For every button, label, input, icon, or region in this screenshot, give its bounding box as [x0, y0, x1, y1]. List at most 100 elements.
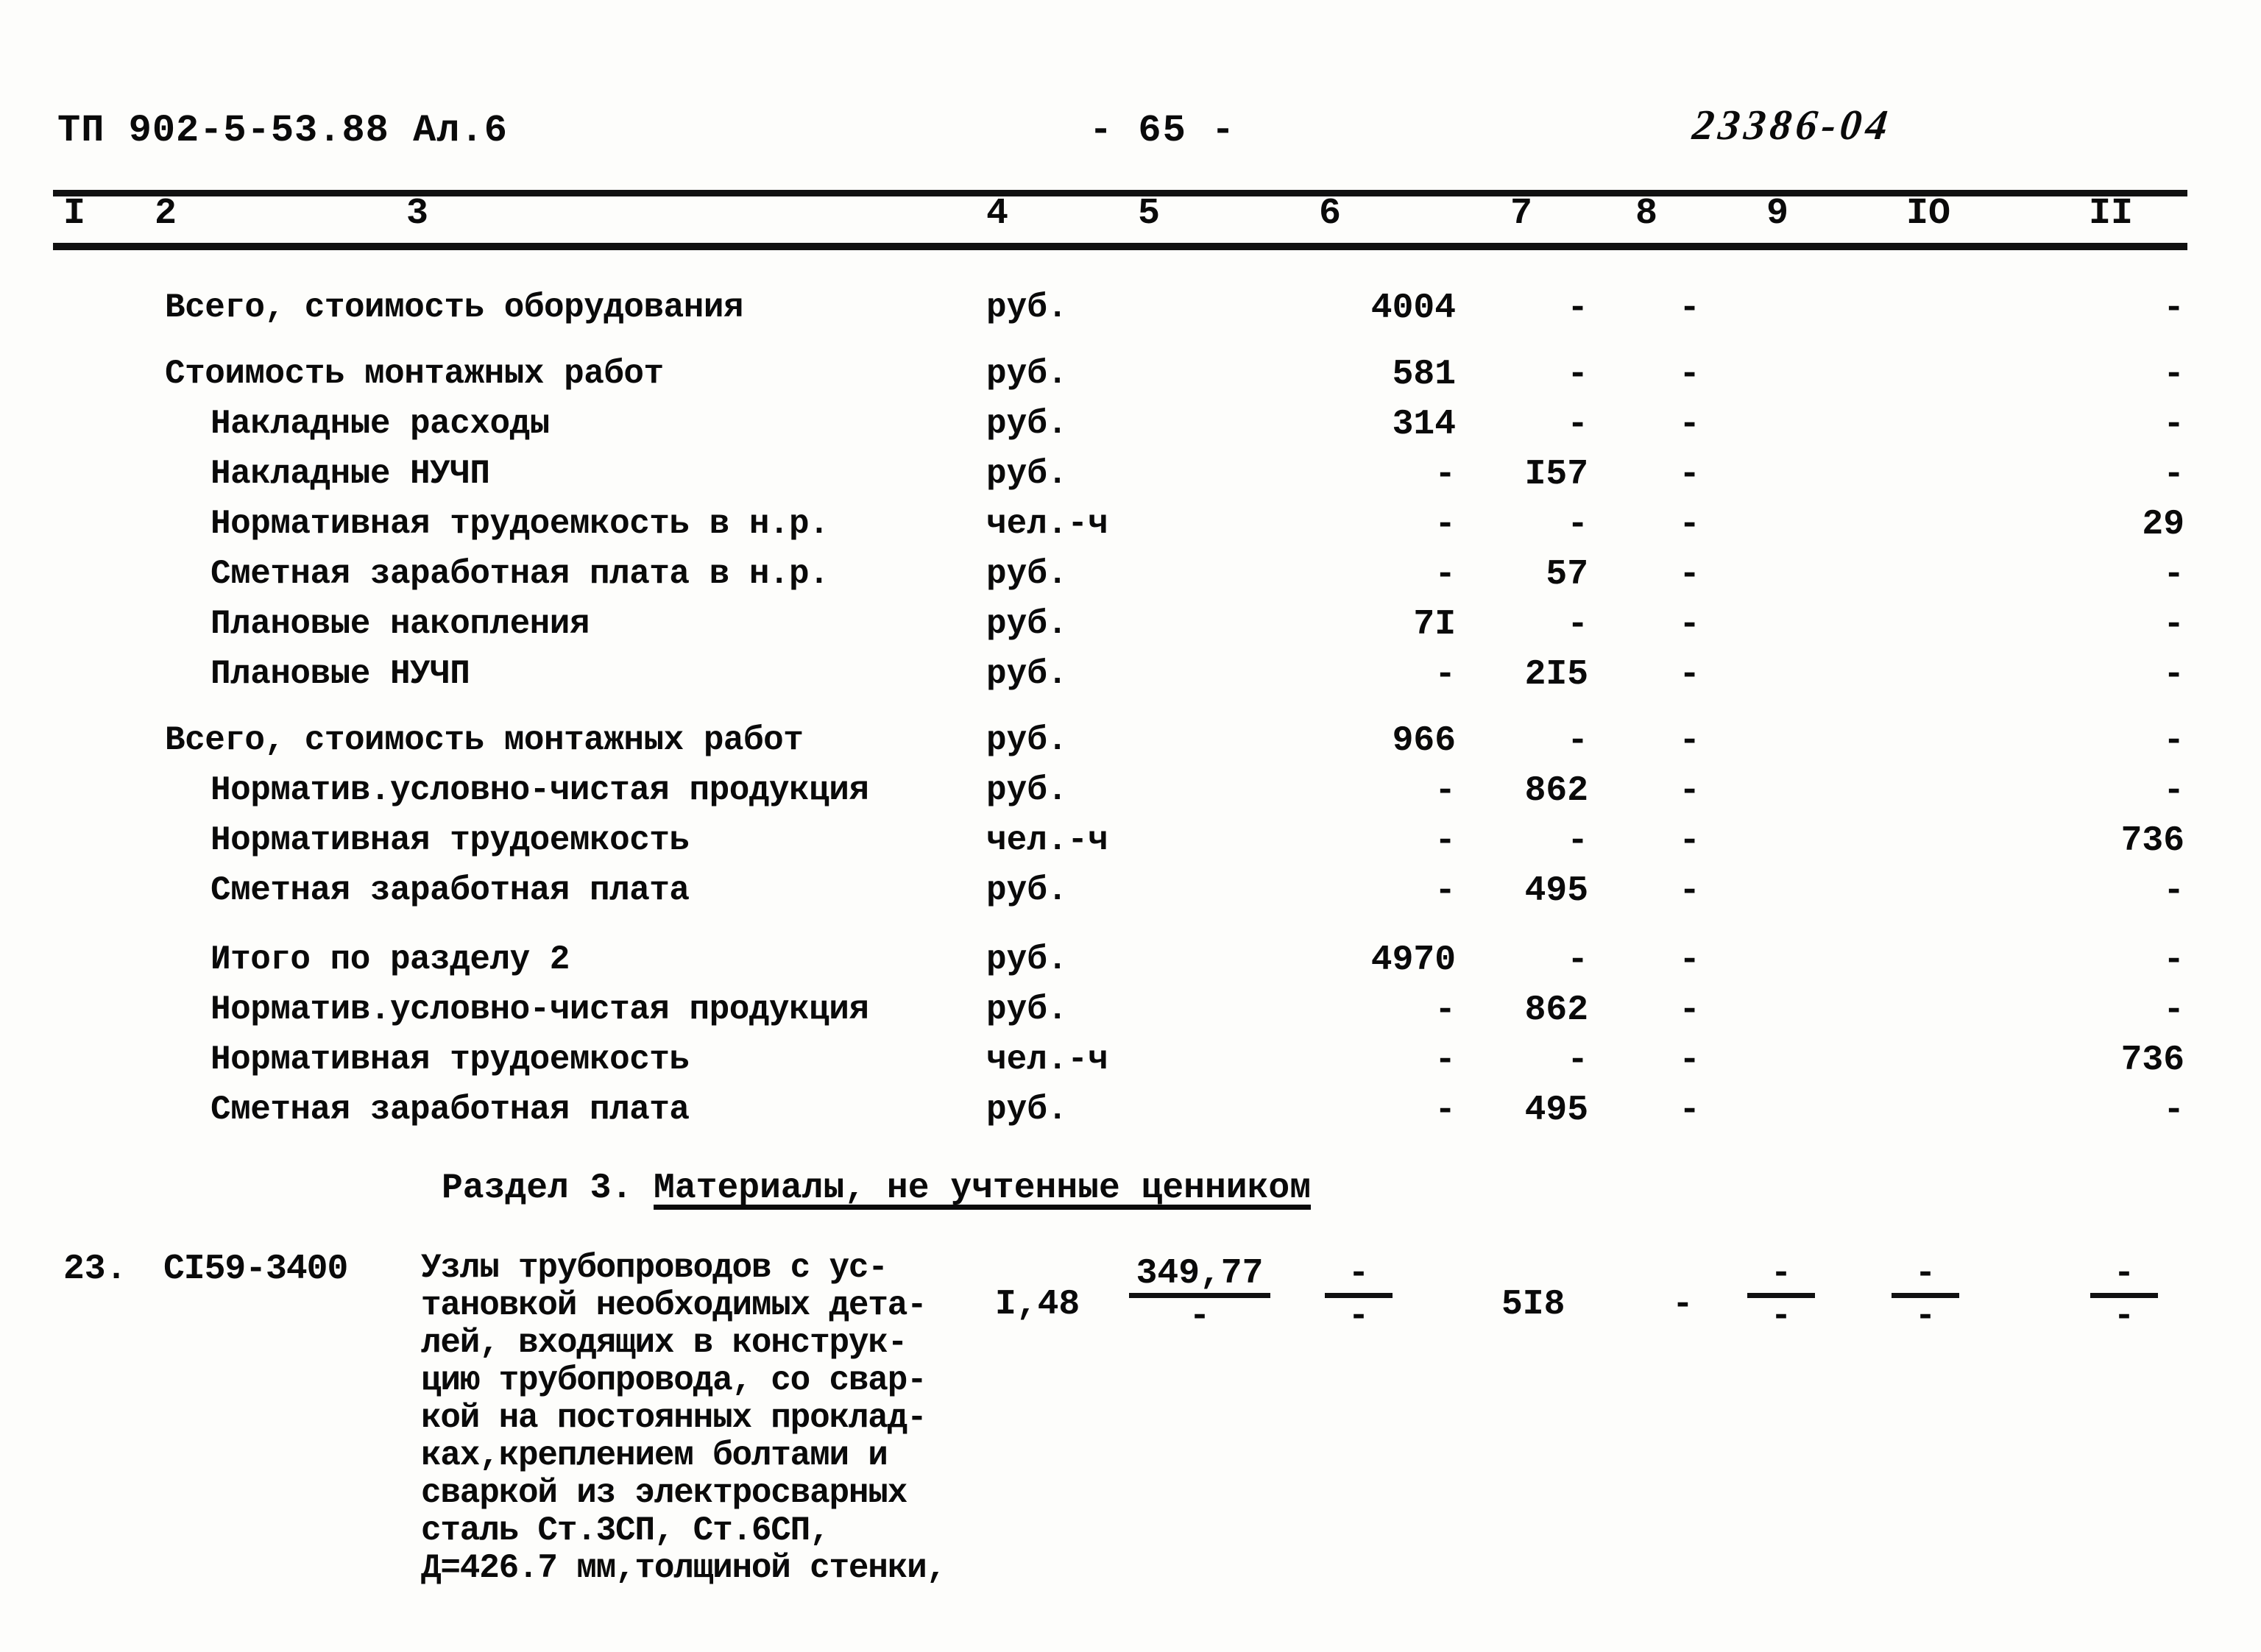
- row-value-c11: -: [2163, 1091, 2184, 1130]
- section-title: Материалы, не учтенные ценником: [654, 1169, 1311, 1208]
- row-value-c11: -: [2163, 721, 2184, 761]
- row-value-c8: 862: [1524, 771, 1588, 811]
- row-value-c11: 29: [2142, 505, 2184, 545]
- row-value-c9: -: [1679, 288, 1700, 328]
- item-col5-numerator: 349,77: [1136, 1254, 1264, 1294]
- row-unit: руб.: [986, 405, 1068, 443]
- item-col9-fraction: - -: [1747, 1256, 1815, 1336]
- row-value-c7: -: [1434, 655, 1456, 695]
- item-col10-numerator: -: [1914, 1254, 1936, 1294]
- row-value-c8: -: [1567, 288, 1588, 328]
- item-col9-denominator: -: [1770, 1297, 1792, 1336]
- row-value-c9: -: [1679, 505, 1700, 545]
- row-value-c8: I57: [1524, 455, 1588, 494]
- row-description: Нормативная трудоемкость: [210, 1041, 690, 1079]
- table-row: Всего, стоимость монтажных работ руб. 966 -…: [0, 721, 2261, 771]
- row-value-c9: -: [1679, 721, 1700, 761]
- row-value-c7: 966: [1392, 721, 1456, 761]
- row-value-c11: 736: [2120, 1041, 2184, 1080]
- section-prefix: Раздел 3.: [442, 1169, 654, 1208]
- row-value-c9: -: [1679, 355, 1700, 394]
- row-value-c9: -: [1679, 1091, 1700, 1130]
- row-description: Плановые НУЧП: [210, 655, 470, 693]
- row-value-c8: -: [1567, 505, 1588, 545]
- row-value-c9: -: [1679, 655, 1700, 695]
- table-row: Плановые накопления руб. 7I - - -: [0, 605, 2261, 655]
- row-value-c9: -: [1679, 405, 1700, 444]
- row-value-c11: -: [2163, 555, 2184, 595]
- column-number-4: 4: [986, 193, 1009, 235]
- table-rule-bottom: [53, 243, 2187, 250]
- table-row: Накладные расходы руб. 314 - - -: [0, 405, 2261, 455]
- table-row: Сметная заработная плата руб. - 495 - -: [0, 871, 2261, 921]
- item-quantity: I,48: [995, 1285, 1080, 1325]
- column-number-2: 2: [155, 193, 177, 235]
- row-description: Сметная заработная плата: [210, 871, 690, 910]
- row-unit: руб.: [986, 655, 1068, 693]
- item-col5-fraction: 349,77 -: [1129, 1254, 1270, 1336]
- item-col10-denominator: -: [1914, 1297, 1936, 1336]
- row-unit: руб.: [986, 555, 1068, 593]
- column-number-8: 8: [1635, 193, 1658, 235]
- row-unit: руб.: [986, 288, 1068, 327]
- row-value-c8: 862: [1524, 990, 1588, 1030]
- row-value-c11: -: [2163, 605, 2184, 645]
- item-col11-denominator: -: [2113, 1297, 2135, 1336]
- page-number: - 65 -: [1089, 109, 1236, 152]
- row-value-c8: -: [1567, 355, 1588, 394]
- table-row: Итого по разделу 2 руб. 4970 - - -: [0, 940, 2261, 990]
- row-description: Плановые накопления: [210, 605, 590, 643]
- row-value-c8: -: [1567, 940, 1588, 980]
- row-value-c11: -: [2163, 455, 2184, 494]
- item-number: 23.: [63, 1249, 127, 1289]
- column-number-11: II: [2089, 193, 2134, 235]
- row-value-c8: -: [1567, 405, 1588, 444]
- item-description: Узлы трубопроводов с ус- тановкой необхо…: [421, 1249, 946, 1587]
- row-value-c11: -: [2163, 940, 2184, 980]
- row-value-c11: -: [2163, 871, 2184, 911]
- column-number-5: 5: [1138, 193, 1161, 235]
- row-description: Нормативная трудоемкость: [210, 821, 690, 859]
- table-row: Сметная заработная плата руб. - 495 - -: [0, 1091, 2261, 1141]
- row-description: Итого по разделу 2: [210, 940, 570, 979]
- row-value-c7: -: [1434, 1091, 1456, 1130]
- row-value-c9: -: [1679, 990, 1700, 1030]
- section-heading: Раздел 3. Материалы, не учтенные ценнико…: [442, 1169, 1311, 1208]
- row-value-c7: -: [1434, 505, 1456, 545]
- table-column-numbers: I 2 3 4 5 6 7 8 9 IO II: [0, 193, 2261, 241]
- item-col6-numerator: -: [1348, 1254, 1370, 1294]
- row-value-c9: -: [1679, 821, 1700, 861]
- row-value-c7: -: [1434, 821, 1456, 861]
- row-unit: руб.: [986, 1091, 1068, 1129]
- item-col5-denominator: -: [1189, 1297, 1211, 1336]
- row-description: Сметная заработная плата в н.р.: [210, 555, 829, 593]
- row-value-c7: 581: [1392, 355, 1456, 394]
- table-row: Плановые НУЧП руб. - 2I5 - -: [0, 655, 2261, 705]
- table-row: Нормативная трудоемкость чел.-ч - - - 736: [0, 1041, 2261, 1091]
- table-row: Стоимость монтажных работ руб. 581 - - -: [0, 355, 2261, 405]
- table-row: Всего, стоимость оборудования руб. 4004 - - -: [0, 288, 2261, 338]
- item-col11-fraction: - -: [2090, 1256, 2158, 1336]
- table-body: Всего, стоимость оборудования руб. 4004 - - -…: [0, 288, 2261, 1141]
- table-row: Норматив.условно-чистая продукция руб. - 86…: [0, 771, 2261, 821]
- row-value-c9: -: [1679, 771, 1700, 811]
- row-unit: руб.: [986, 940, 1068, 979]
- row-value-c7: -: [1434, 990, 1456, 1030]
- row-description: Накладные НУЧП: [210, 455, 490, 493]
- row-value-c8: 495: [1524, 871, 1588, 911]
- row-value-c11: -: [2163, 990, 2184, 1030]
- column-number-3: 3: [406, 193, 429, 235]
- row-unit: руб.: [986, 605, 1068, 643]
- row-value-c8: 495: [1524, 1091, 1588, 1130]
- row-value-c8: -: [1567, 821, 1588, 861]
- archive-stamp-number: 23386-04: [1690, 101, 1894, 149]
- row-value-c7: 314: [1392, 405, 1456, 444]
- item-col7-value: 5I8: [1501, 1285, 1565, 1325]
- row-value-c9: -: [1679, 940, 1700, 980]
- item-col6-denominator: -: [1348, 1297, 1370, 1336]
- item-col8-value: -: [1672, 1285, 1694, 1325]
- row-value-c7: -: [1434, 1041, 1456, 1080]
- row-description: Всего, стоимость монтажных работ: [165, 721, 804, 759]
- row-value-c8: -: [1567, 721, 1588, 761]
- row-value-c11: -: [2163, 355, 2184, 394]
